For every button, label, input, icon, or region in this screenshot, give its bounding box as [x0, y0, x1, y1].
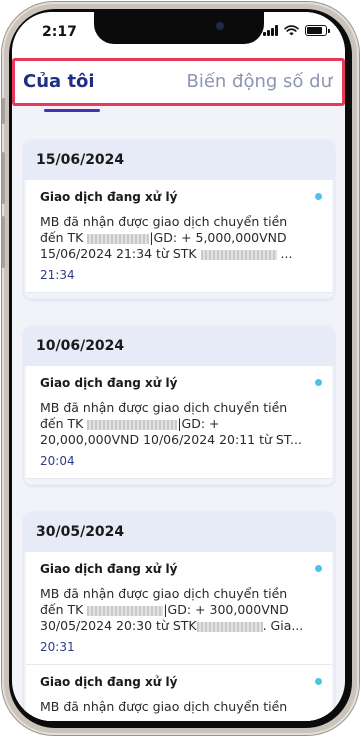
unread-dot-icon	[315, 565, 322, 572]
notification-title: Giao dịch đang xử lý	[40, 675, 178, 689]
group-date: 15/06/2024	[36, 152, 125, 168]
notification-item[interactable]: Giao dịch đang xử lý MB đã nhận được gia…	[26, 665, 332, 721]
description-line: MB đã nhận được giao dịch chuyển tiền	[40, 586, 288, 601]
notification-description: MB đã nhận được giao dịch chuyển tiền đế…	[40, 586, 308, 634]
notification-item[interactable]: Giao dịch đang xử lý MB đã nhận được gia…	[26, 366, 332, 479]
redacted-account	[87, 605, 164, 616]
tab-bien-dong-so-du[interactable]: Biến động số dư	[187, 71, 333, 92]
status-bar: 2:17	[12, 12, 345, 58]
notification-title: Giao dịch đang xử lý	[40, 562, 178, 576]
notification-title: Giao dịch đang xử lý	[40, 190, 178, 204]
tab-cua-toi[interactable]: Của tôi	[23, 71, 95, 92]
description-line: MB đã nhận được giao dịch chuyển tiền	[40, 400, 288, 415]
notification-time: 20:04	[40, 454, 75, 468]
date-group-header: 10/06/2024	[24, 326, 334, 366]
redacted-account	[87, 233, 150, 244]
status-time: 2:17	[42, 24, 77, 40]
camera-icon	[216, 22, 224, 30]
description-line: đến TK |GD: + 5,000,000VND	[40, 230, 287, 245]
description-line: đến TK |GD: + 300,000VND	[40, 602, 289, 617]
screen: 2:17 Của tôi Biến động số dư 15/06/2024 …	[12, 12, 345, 721]
battery-level	[307, 27, 323, 34]
date-group-header: 30/05/2024	[24, 512, 334, 552]
notification-description: MB đã nhận được giao dịch chuyển tiền đế…	[40, 400, 308, 448]
description-line: 15/06/2024 21:34 từ STK ...	[40, 246, 293, 261]
group-date: 10/06/2024	[36, 338, 125, 354]
date-group: 10/06/2024 Giao dịch đang xử lý MB đã nh…	[24, 326, 334, 485]
status-icons	[263, 25, 330, 36]
mute-switch	[2, 98, 5, 124]
notification-item[interactable]: Giao dịch đang xử lý MB đã nhận được gia…	[26, 180, 332, 293]
notification-time: 20:31	[40, 640, 75, 654]
notification-description: MB đã nhận được giao dịch chuyển tiền	[40, 699, 308, 715]
description-line: MB đã nhận được giao dịch chuyển tiền	[40, 214, 288, 229]
description-line: đến TK |GD: +	[40, 416, 220, 431]
unread-dot-icon	[315, 193, 322, 200]
redacted-account	[87, 419, 178, 430]
redacted-account	[200, 249, 277, 260]
volume-down-button	[2, 216, 5, 268]
date-group: 15/06/2024 Giao dịch đang xử lý MB đã nh…	[24, 140, 334, 299]
group-date: 30/05/2024	[36, 524, 125, 540]
date-group: 30/05/2024 Giao dịch đang xử lý MB đã nh…	[24, 512, 334, 721]
battery-icon	[305, 25, 330, 36]
notification-time: 21:34	[40, 268, 75, 282]
unread-dot-icon	[315, 678, 322, 685]
signal-icon	[263, 25, 278, 36]
volume-up-button	[2, 152, 5, 204]
notification-list[interactable]: 15/06/2024 Giao dịch đang xử lý MB đã nh…	[12, 110, 345, 721]
description-line: MB đã nhận được giao dịch chuyển tiền	[40, 699, 288, 714]
redacted-account	[196, 621, 263, 632]
notification-item[interactable]: Giao dịch đang xử lý MB đã nhận được gia…	[26, 552, 332, 665]
description-line: 30/05/2024 20:30 từ STK. Gia...	[40, 618, 304, 633]
notch	[94, 12, 264, 44]
tab-bar: Của tôi Biến động số dư	[12, 58, 345, 106]
notification-description: MB đã nhận được giao dịch chuyển tiền đế…	[40, 214, 308, 262]
unread-dot-icon	[315, 379, 322, 386]
date-group-header: 15/06/2024	[24, 140, 334, 180]
notification-title: Giao dịch đang xử lý	[40, 376, 178, 390]
description-line: 20,000,000VND 10/06/2024 20:11 từ ST...	[40, 432, 302, 447]
wifi-icon	[284, 25, 299, 36]
